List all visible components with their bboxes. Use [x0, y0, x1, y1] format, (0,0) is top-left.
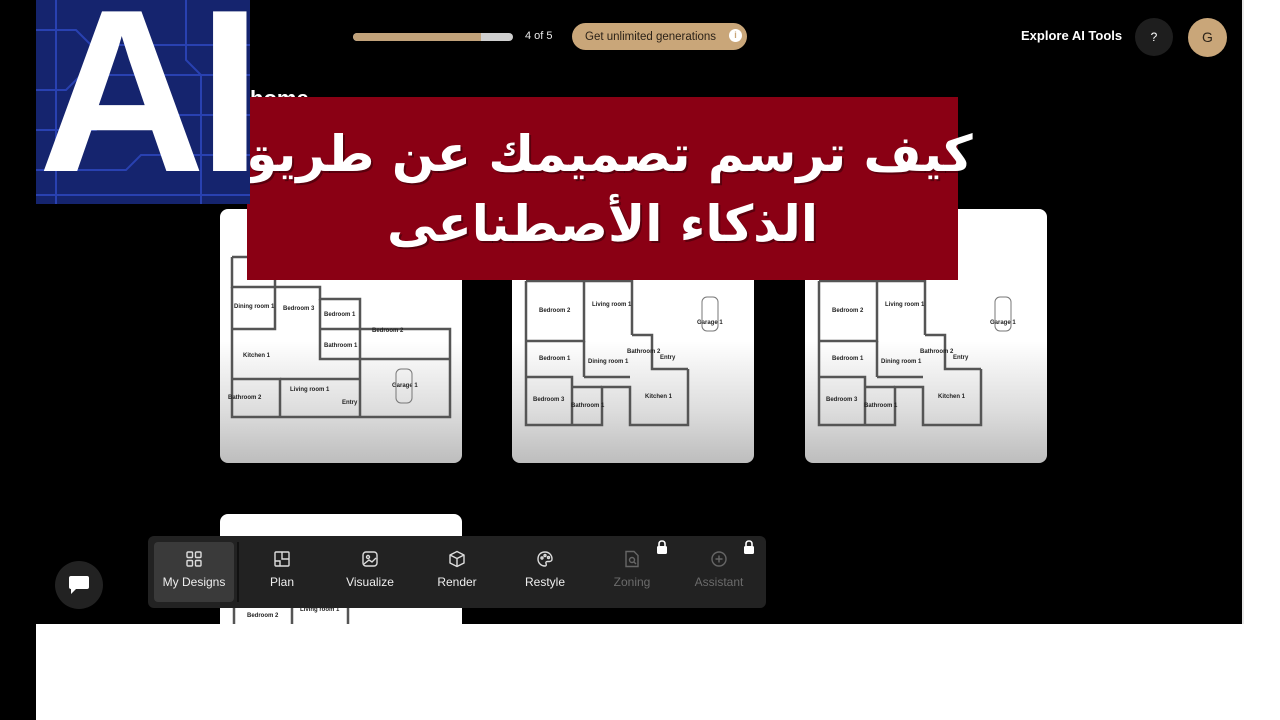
grid-icon — [184, 549, 204, 569]
page-bottom-area — [36, 624, 1244, 720]
room-label: Kitchen 1 — [243, 353, 271, 359]
room-label: Bathroom 1 — [864, 403, 898, 409]
room-label: Bedroom 2 — [539, 308, 571, 314]
banner-line-2: الذكاء الأصطناعى — [387, 194, 818, 253]
ai-logo: AI — [36, 0, 250, 204]
ai-logo-text: AI — [38, 0, 250, 204]
room-label: Garage 1 — [990, 320, 1016, 326]
toolbar-zoning[interactable]: Zoning — [592, 540, 672, 602]
room-label: Bathroom 2 — [627, 349, 661, 355]
room-label: Dining room 1 — [588, 359, 629, 365]
app-canvas: 4 of 5 Get unlimited generations i Explo… — [0, 0, 1242, 624]
toolbar-render[interactable]: Render — [417, 542, 497, 602]
bottom-toolbar: My Designs Plan Visualize Render Restyle… — [148, 536, 766, 608]
room-label: Entry — [660, 355, 676, 361]
room-label: Bedroom 1 — [539, 356, 571, 362]
get-unlimited-label: Get unlimited generations — [585, 30, 717, 43]
toolbar-visualize[interactable]: Visualize — [330, 542, 410, 602]
image-icon — [360, 549, 380, 569]
palette-icon — [535, 549, 555, 569]
room-label: Bedroom 3 — [283, 306, 315, 312]
room-label: Bathroom 1 — [571, 403, 605, 409]
room-label: Living room 1 — [290, 387, 330, 393]
toolbar-label: Assistant — [694, 575, 744, 589]
cube-icon — [447, 549, 467, 569]
generations-progress-text: 4 of 5 — [525, 30, 553, 42]
toolbar-label: Visualize — [346, 575, 394, 589]
room-label: Living room 1 — [592, 302, 632, 308]
zoning-doc-icon — [622, 549, 642, 569]
toolbar-label: Zoning — [613, 575, 651, 589]
title-banner: كيف ترسم تصميمك عن طريق الذكاء الأصطناعى — [232, 97, 973, 280]
room-label: Bedroom 3 — [533, 397, 565, 403]
generations-progress-bar — [353, 33, 513, 41]
room-label: Bathroom 1 — [324, 343, 358, 349]
help-button[interactable]: ? — [1135, 18, 1173, 56]
room-label: Bedroom 2 — [372, 328, 404, 334]
info-icon[interactable]: i — [729, 29, 742, 42]
lock-icon — [657, 540, 667, 554]
generations-progress-fill — [353, 33, 481, 41]
room-label: Entry — [953, 355, 969, 361]
toolbar-label: Restyle — [524, 575, 565, 589]
room-label: Living room 1 — [885, 302, 925, 308]
toolbar-my-designs[interactable]: My Designs — [154, 542, 234, 602]
toolbar-label: Render — [437, 575, 477, 589]
room-label: Bedroom 2 — [832, 308, 864, 314]
room-label: Kitchen 1 — [938, 394, 966, 400]
frame-corner — [0, 624, 36, 720]
room-label: Bedroom 1 — [324, 312, 356, 318]
room-label: Kitchen 1 — [645, 394, 673, 400]
window-edge — [1242, 0, 1244, 624]
banner-line-1: كيف ترسم تصميمك عن طريق — [232, 124, 973, 183]
room-label: Dining room 1 — [881, 359, 922, 365]
user-avatar[interactable]: G — [1188, 18, 1227, 57]
floorplan-icon — [272, 549, 292, 569]
room-label: Garage 1 — [697, 320, 723, 326]
room-label: Bathroom 2 — [920, 349, 954, 355]
room-label: Bathroom 2 — [228, 395, 262, 401]
room-label: Bedroom 2 — [247, 613, 279, 619]
toolbar-label: Plan — [269, 575, 295, 589]
room-label: Dining room 1 — [234, 304, 275, 310]
toolbar-divider — [237, 542, 239, 602]
room-label: Bedroom 1 — [832, 356, 864, 362]
get-unlimited-button[interactable]: Get unlimited generations i — [572, 23, 747, 50]
assistant-plus-icon — [709, 549, 729, 569]
chat-icon — [69, 576, 89, 594]
explore-ai-tools-link[interactable]: Explore AI Tools — [1021, 28, 1122, 43]
toolbar-label: My Designs — [162, 575, 226, 589]
toolbar-assistant[interactable]: Assistant — [679, 540, 759, 602]
toolbar-restyle[interactable]: Restyle — [505, 542, 585, 602]
toolbar-plan[interactable]: Plan — [242, 542, 322, 602]
lock-icon — [744, 540, 754, 554]
chat-button[interactable] — [55, 561, 103, 609]
room-label: Bedroom 3 — [826, 397, 858, 403]
room-label: Entry — [342, 400, 358, 406]
